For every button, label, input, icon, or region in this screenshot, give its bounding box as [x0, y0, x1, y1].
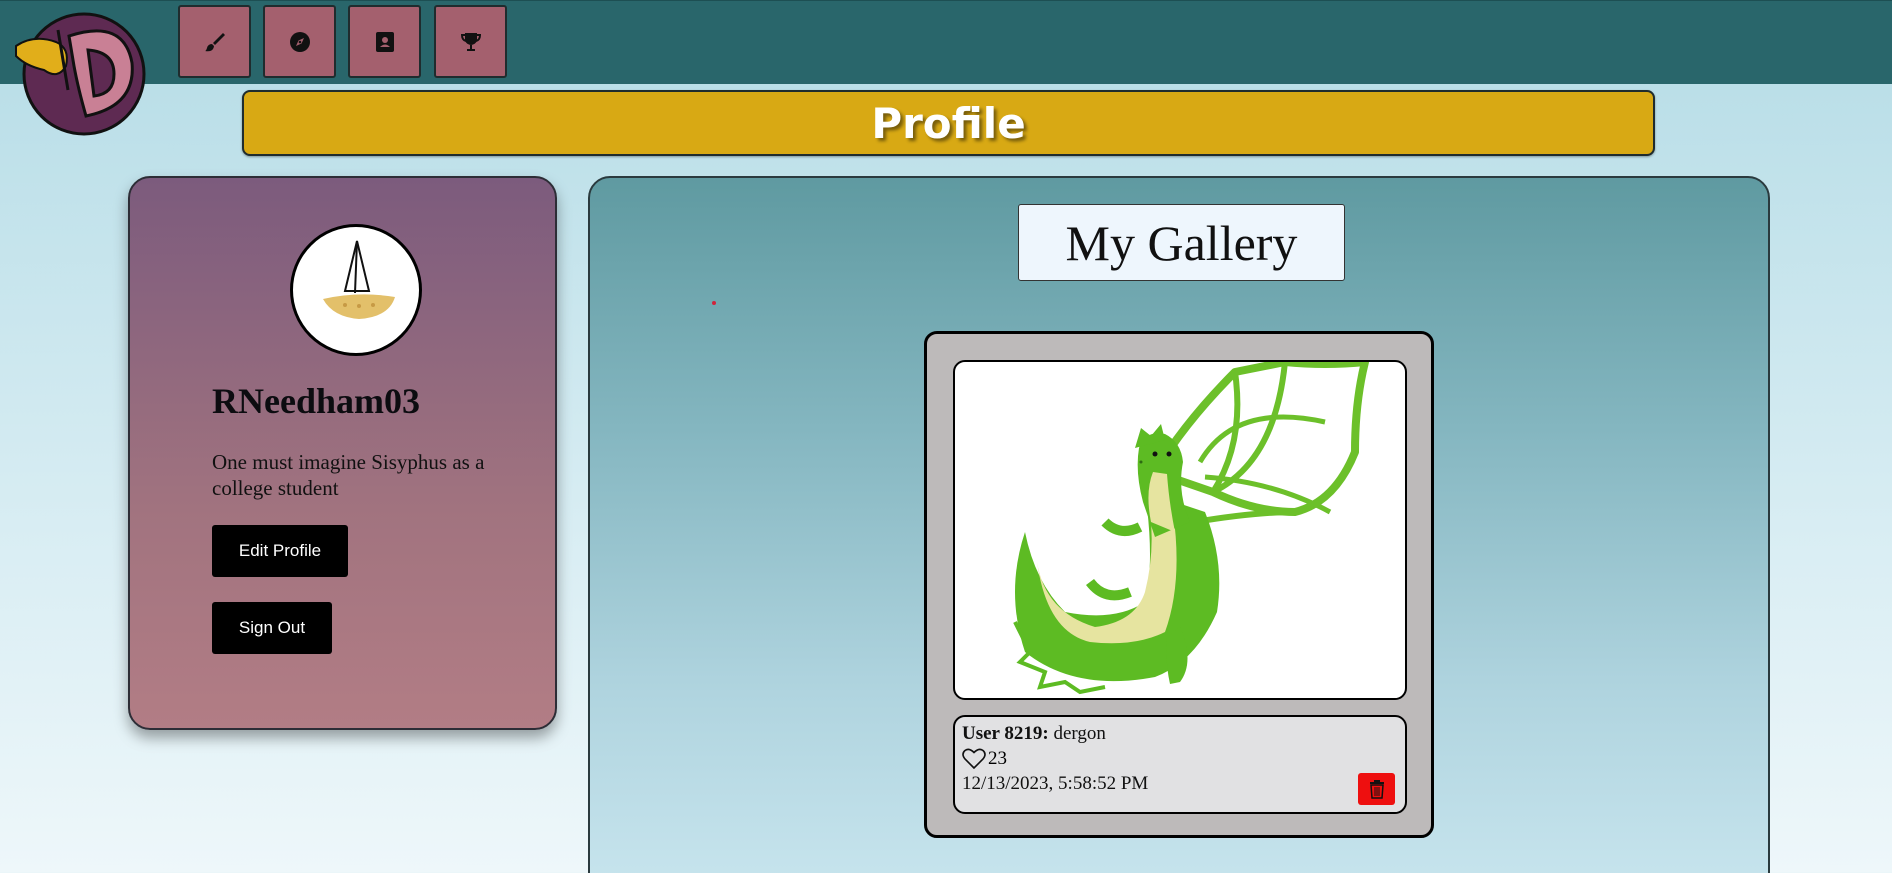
sign-out-button[interactable]: Sign Out — [212, 602, 332, 654]
edit-profile-button[interactable]: Edit Profile — [212, 525, 348, 577]
logo-d-icon — [15, 12, 146, 136]
trash-icon — [1369, 780, 1384, 799]
heart-icon — [962, 748, 986, 770]
sailboat-icon — [323, 240, 395, 319]
cursor-dot — [712, 301, 716, 305]
page-title-banner: Profile — [242, 90, 1655, 156]
profile-username: RNeedham03 — [212, 381, 420, 421]
app-logo[interactable] — [14, 8, 164, 136]
artwork-card[interactable]: User 8219: dergon 23 12/13/2023, 5:58:52… — [924, 331, 1434, 838]
nav-leaderboard-button[interactable] — [434, 5, 507, 78]
gallery-panel: My Gallery User 8219: dergon 23 12/13/20… — [588, 176, 1770, 873]
nav-draw-button[interactable] — [178, 5, 251, 78]
compass-icon — [289, 31, 310, 52]
artwork-name: dergon — [1053, 723, 1106, 744]
artwork-info: User 8219: dergon 23 12/13/2023, 5:58:52… — [953, 715, 1407, 814]
artwork-author-line: User 8219: dergon — [962, 723, 1106, 745]
artwork-user-label: User 8219: — [962, 723, 1049, 744]
artwork-timestamp: 12/13/2023, 5:58:52 PM — [962, 773, 1149, 794]
like-button[interactable]: 23 — [962, 748, 1007, 770]
nav-profile-button[interactable] — [348, 5, 421, 78]
artwork-image[interactable] — [953, 360, 1407, 700]
delete-artwork-button[interactable] — [1358, 773, 1395, 805]
profile-card: RNeedham03 One must imagine Sisyphus as … — [128, 176, 557, 730]
dragon-drawing-icon — [1013, 362, 1369, 695]
paintbrush-icon — [204, 32, 225, 51]
nav-explore-button[interactable] — [263, 5, 336, 78]
gallery-title: My Gallery — [1018, 204, 1345, 281]
profile-bio: One must imagine Sisyphus as a college s… — [212, 450, 485, 500]
like-count: 23 — [988, 748, 1007, 769]
trophy-icon — [460, 32, 481, 51]
contact-card-icon — [375, 31, 394, 52]
avatar[interactable] — [290, 224, 422, 356]
page-title: Profile — [871, 98, 1026, 148]
